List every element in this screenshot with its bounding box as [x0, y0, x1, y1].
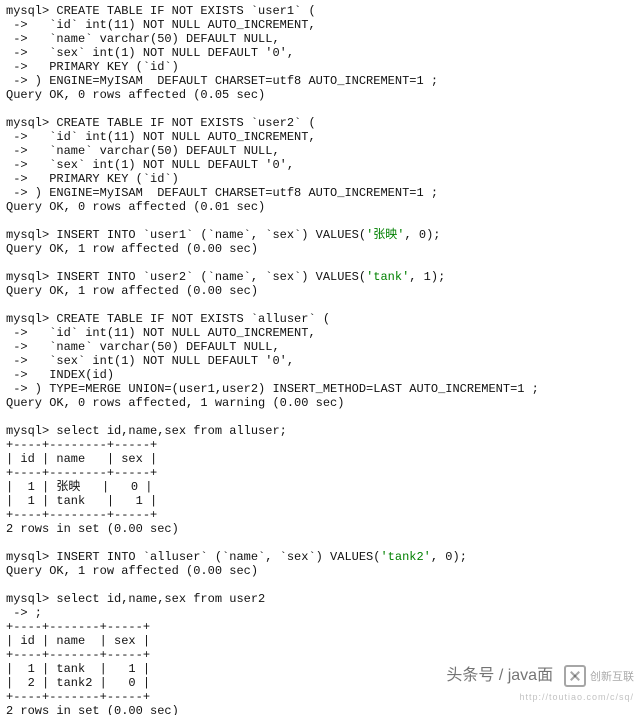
line: Query OK, 0 rows affected, 1 warning (0.… [6, 396, 344, 410]
line: -> `sex` int(1) NOT NULL DEFAULT '0', [6, 354, 294, 368]
table-row: | id | name | sex | [6, 452, 157, 466]
line: -> `id` int(11) NOT NULL AUTO_INCREMENT, [6, 130, 316, 144]
line: Query OK, 0 rows affected (0.05 sec) [6, 88, 265, 102]
table-row: | 2 | tank2 | 0 | [6, 676, 150, 690]
line: -> `id` int(11) NOT NULL AUTO_INCREMENT, [6, 326, 316, 340]
table-row: | 1 | tank | 1 | [6, 494, 157, 508]
line: mysql> select id,name,sex from alluser; [6, 424, 287, 438]
table-row: +----+--------+-----+ [6, 508, 157, 522]
table-row: +----+-------+-----+ [6, 690, 150, 704]
line: -> INDEX(id) [6, 368, 114, 382]
line: -> `sex` int(1) NOT NULL DEFAULT '0', [6, 158, 294, 172]
line: mysql> INSERT INTO `user1` (`name`, `sex… [6, 228, 440, 242]
line: mysql> CREATE TABLE IF NOT EXISTS `allus… [6, 312, 330, 326]
line: -> `name` varchar(50) DEFAULT NULL, [6, 340, 280, 354]
line: mysql> CREATE TABLE IF NOT EXISTS `user1… [6, 4, 316, 18]
line: Query OK, 0 rows affected (0.01 sec) [6, 200, 265, 214]
line: -> ) ENGINE=MyISAM DEFAULT CHARSET=utf8 … [6, 186, 438, 200]
line: -> `sex` int(1) NOT NULL DEFAULT '0', [6, 46, 294, 60]
string-literal: 'tank' [366, 270, 409, 284]
table-row: | 1 | 张映 | 0 | [6, 480, 152, 494]
line: -> `name` varchar(50) DEFAULT NULL, [6, 32, 280, 46]
line: Query OK, 1 row affected (0.00 sec) [6, 284, 258, 298]
line: -> `name` varchar(50) DEFAULT NULL, [6, 144, 280, 158]
table-row: +----+--------+-----+ [6, 438, 157, 452]
table-row: | id | name | sex | [6, 634, 150, 648]
line: -> PRIMARY KEY (`id`) [6, 60, 179, 74]
line: mysql> INSERT INTO `user2` (`name`, `sex… [6, 270, 445, 284]
table-row: | 1 | tank | 1 | [6, 662, 150, 676]
line: 2 rows in set (0.00 sec) [6, 522, 179, 536]
line: Query OK, 1 row affected (0.00 sec) [6, 242, 258, 256]
line: -> `id` int(11) NOT NULL AUTO_INCREMENT, [6, 18, 316, 32]
string-literal: 'tank2' [380, 550, 430, 564]
line: mysql> select id,name,sex from user2 [6, 592, 265, 606]
table-row: +----+--------+-----+ [6, 466, 157, 480]
line: -> ) ENGINE=MyISAM DEFAULT CHARSET=utf8 … [6, 74, 438, 88]
line: Query OK, 1 row affected (0.00 sec) [6, 564, 258, 578]
line: 2 rows in set (0.00 sec) [6, 704, 179, 715]
sql-terminal-output: mysql> CREATE TABLE IF NOT EXISTS `user1… [0, 0, 640, 715]
line: -> ) TYPE=MERGE UNION=(user1,user2) INSE… [6, 382, 539, 396]
table-row: +----+-------+-----+ [6, 620, 150, 634]
table-row: +----+-------+-----+ [6, 648, 150, 662]
string-literal: '张映' [366, 228, 404, 242]
line: mysql> CREATE TABLE IF NOT EXISTS `user2… [6, 116, 316, 130]
line: -> PRIMARY KEY (`id`) [6, 172, 179, 186]
line: -> ; [6, 606, 42, 620]
line: mysql> INSERT INTO `alluser` (`name`, `s… [6, 550, 467, 564]
